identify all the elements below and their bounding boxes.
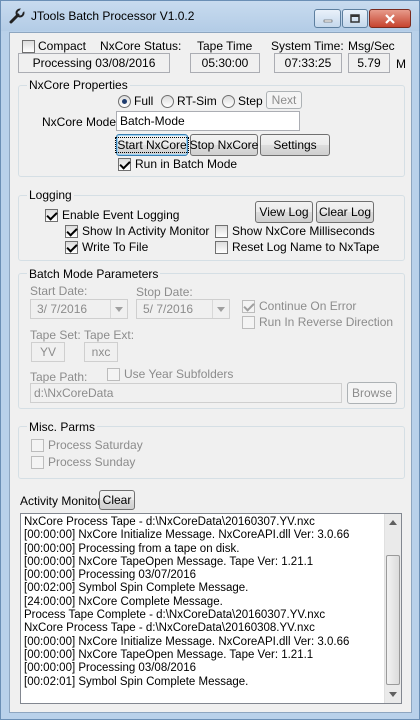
show-activity-checkbox[interactable] [65,225,78,238]
start-date-value: 3/ 7/2016 [37,302,88,316]
process-sunday-checkbox[interactable] [31,456,44,469]
tape-set-field[interactable]: YV [31,342,65,362]
compact-label: Compact [38,39,87,53]
year-subfolders-checkbox[interactable] [107,368,120,381]
nxcore-mode-label: NxCore Mode: [42,115,120,129]
browse-button[interactable]: Browse [347,382,397,404]
log-line: [00:00:00] Processing 03/08/2016 [24,662,196,675]
enable-logging-checkbox[interactable] [45,209,58,222]
msg-sec-unit: M [396,57,406,71]
log-line: [00:00:00] NxCore Initialize Message. Nx… [24,529,350,542]
start-nxcore-label: Start NxCore [115,137,189,153]
mode-radio-full[interactable] [118,95,131,108]
log-line: [00:00:00] Processing from a tape on dis… [24,542,240,555]
log-line: [00:02:00] Symbol Spin Complete Message. [24,582,249,595]
system-time-field: 07:33:25 [274,53,342,73]
show-ms-label: Show NxCore Milliseconds [232,224,375,238]
log-line: [00:00:00] NxCore TapeOpen Message. Tape… [24,555,314,568]
year-subfolders-label: Use Year Subfolders [124,367,234,381]
mode-radio-full-label: Full [134,94,154,108]
enable-logging-label: Enable Event Logging [62,208,180,222]
batch-params-title: Batch Mode Parameters [27,267,161,281]
start-date-label: Start Date: [30,284,88,298]
app-window: JTools Batch Processor V1.0.2 Compact Nx… [0,0,420,720]
run-batch-checkbox[interactable] [118,158,131,171]
nxcore-status-label: NxCore Status: [100,39,182,53]
start-date-picker[interactable]: 3/ 7/2016 [30,299,128,319]
maximize-button[interactable] [342,9,368,28]
log-line: NxCore Process Tape - d:\NxCoreData\2016… [24,516,315,528]
activity-monitor-label: Activity Monitor: [20,494,105,508]
run-batch-label: Run in Batch Mode [135,157,238,171]
activity-log[interactable]: NxCore Process Tape - d:\NxCoreData\2016… [20,513,402,704]
mode-radio-rtsim-label: RT-Sim [177,94,217,108]
activity-log-scrollbar[interactable] [384,514,401,703]
stop-nxcore-button[interactable]: Stop NxCore [190,134,258,156]
mode-radio-step-label: Step [238,94,263,108]
log-line: Process Tape Complete - d:\NxCoreData\20… [24,609,326,622]
log-line: [24:00:00] NxCore Complete Message. [24,595,223,608]
mode-radio-rtsim[interactable] [161,95,174,108]
msg-sec-field: 5.79 [348,53,390,73]
tape-ext-label: Tape Ext: [84,328,135,342]
client-area: Compact NxCore Status: Processing 03/08/… [9,32,412,713]
view-log-button[interactable]: View Log [255,201,313,223]
window-title: JTools Batch Processor V1.0.2 [31,9,195,23]
close-icon [385,13,395,24]
reverse-checkbox[interactable] [242,316,255,329]
start-nxcore-button[interactable]: Start NxCore [115,134,189,156]
nxcore-properties-title: NxCore Properties [27,78,130,92]
process-saturday-label: Process Saturday [48,438,143,452]
tape-path-field[interactable]: d:\NxCoreData [30,383,342,403]
title-bar[interactable]: JTools Batch Processor V1.0.2 [1,1,419,31]
reverse-label: Run In Reverse Direction [259,315,394,329]
scroll-up-arrow-icon[interactable] [385,514,401,531]
show-activity-label: Show In Activity Monitor [82,224,210,238]
write-file-checkbox[interactable] [65,241,78,254]
msg-sec-label: Msg/Sec [348,39,395,53]
reset-log-label: Reset Log Name to NxTape [232,240,380,254]
nxcore-status-field: Processing 03/08/2016 [18,53,170,73]
activity-log-lines: NxCore Process Tape - d:\NxCoreData\2016… [24,516,382,689]
mode-radio-step[interactable] [222,95,235,108]
compact-checkbox[interactable] [22,40,35,53]
log-line: NxCore Process Tape - d:\NxCoreData\2016… [24,622,315,635]
misc-params-title: Misc. Parms [27,420,97,434]
write-file-label: Write To File [82,240,149,254]
tape-path-label: Tape Path: [30,370,88,384]
tape-ext-field[interactable]: nxc [84,342,118,362]
reset-log-checkbox[interactable] [215,241,228,254]
show-ms-checkbox[interactable] [215,225,228,238]
tape-time-label: Tape Time [197,39,253,53]
close-button[interactable] [369,9,411,28]
tape-set-label: Tape Set: [30,328,81,342]
settings-button[interactable]: Settings [260,134,330,156]
log-line: [00:00:00] NxCore TapeOpen Message. Tape… [24,648,314,661]
minimize-icon [323,19,332,22]
scroll-down-arrow-icon[interactable] [385,686,401,703]
log-line: [00:02:01] Symbol Spin Complete Message. [24,675,249,688]
clear-log-button[interactable]: Clear Log [316,201,374,223]
log-line: [00:00:00] NxCore Initialize Message. Nx… [24,635,350,648]
process-saturday-checkbox[interactable] [31,439,44,452]
clear-activity-button[interactable]: Clear [99,490,135,510]
log-line: [00:00:00] Processing 03/07/2016 [24,569,196,582]
next-button[interactable]: Next [266,91,302,109]
continue-error-label: Continue On Error [259,299,357,313]
maximize-icon [350,14,360,23]
minimize-button[interactable] [314,9,341,28]
chevron-down-icon [212,300,229,318]
process-sunday-label: Process Sunday [48,455,136,469]
stop-date-value: 5/ 7/2016 [143,302,194,316]
scroll-thumb[interactable] [386,555,400,685]
nxcore-mode-field[interactable]: Batch-Mode [116,111,300,131]
wrench-icon [9,8,25,24]
stop-date-label: Stop Date: [136,285,193,299]
system-time-label: System Time: [271,39,344,53]
logging-title: Logging [27,188,74,202]
stop-date-picker[interactable]: 5/ 7/2016 [136,299,230,319]
tape-time-field: 05:30:00 [190,53,260,73]
chevron-down-icon [110,300,127,318]
continue-error-checkbox[interactable] [242,300,255,313]
